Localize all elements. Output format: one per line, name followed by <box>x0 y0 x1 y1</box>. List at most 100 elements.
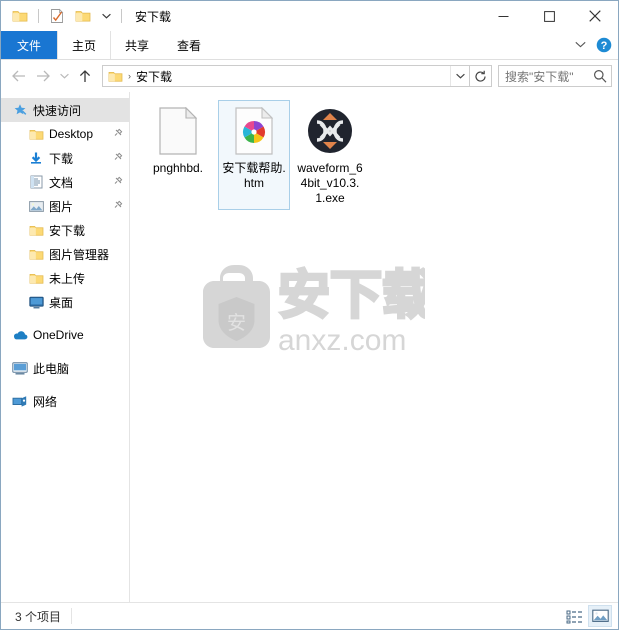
help-icon[interactable]: ? <box>596 37 612 53</box>
pin-icon[interactable] <box>113 199 123 213</box>
downloads-icon <box>27 151 45 165</box>
breadcrumb: › 安下载 <box>103 68 172 85</box>
sidebar-item-not-uploaded[interactable]: 未上传 <box>1 266 129 290</box>
folder-icon <box>27 272 45 285</box>
search-icon[interactable] <box>589 69 611 83</box>
desktop-icon <box>27 296 45 309</box>
customize-toolbar-chevron-down-icon[interactable] <box>98 6 114 26</box>
details-view-icon[interactable] <box>562 605 586 627</box>
blank-document-icon <box>159 105 197 157</box>
file-name: pnghhbd. <box>152 161 204 175</box>
toolbar-divider-2 <box>121 9 122 23</box>
search-input[interactable]: 搜索"安下载" <box>499 68 589 85</box>
file-item[interactable]: 安下载帮助.htm <box>218 100 290 210</box>
sidebar-item-label: Desktop <box>49 127 94 141</box>
sidebar-item-this-pc[interactable]: 此电脑 <box>1 356 129 380</box>
this-pc-icon <box>11 361 29 375</box>
sidebar-item-label: 下载 <box>49 151 74 166</box>
svg-text:安下载: 安下载 <box>278 267 425 325</box>
expand-ribbon-chevron-down-icon[interactable] <box>572 40 588 50</box>
title-bar: 安下载 <box>1 1 618 31</box>
quick-access-toolbar: 安下载 <box>1 1 171 31</box>
tab-home[interactable]: 主页 <box>57 31 112 59</box>
search-box[interactable]: 搜索"安下载" <box>498 65 612 87</box>
explorer-body: 快速访问 Desktop 下载 文档 图片 安下载 图片管理器 未上传 桌面 O… <box>1 92 618 602</box>
waveform-app-icon <box>307 105 353 157</box>
tab-file[interactable]: 文件 <box>1 31 58 59</box>
file-list-pane[interactable]: 安 安下载 anxz.com pnghhbd. 安下载帮助.htm wavefo… <box>130 92 618 602</box>
folder-icon <box>27 248 45 261</box>
sidebar-item-label: 快速访问 <box>33 103 82 118</box>
pictures-icon <box>27 200 45 213</box>
sidebar-item-downloads[interactable]: 下载 <box>1 146 129 170</box>
sidebar-item-image-manager[interactable]: 图片管理器 <box>1 242 129 266</box>
folder-icon[interactable] <box>9 5 31 27</box>
file-name: 安下载帮助.htm <box>222 161 286 190</box>
address-dropdown-chevron-down-icon[interactable] <box>450 66 469 86</box>
item-count-label: 3 个项目 <box>15 609 62 624</box>
breadcrumb-separator: › <box>128 71 131 81</box>
sidebar-item-onedrive[interactable]: OneDrive <box>1 323 129 347</box>
address-field[interactable]: › 安下载 <box>102 65 470 87</box>
breadcrumb-item-0[interactable]: 安下载 <box>136 68 172 85</box>
sidebar-item-label: 图片 <box>49 199 74 214</box>
sidebar-item-label: 安下载 <box>49 223 86 238</box>
sidebar-item-label: 未上传 <box>49 271 86 286</box>
sidebar-item-label: 文档 <box>49 175 74 190</box>
toolbar-divider <box>38 9 39 23</box>
file-grid: pnghhbd. 安下载帮助.htm waveform_64bit_v10.3.… <box>130 92 618 216</box>
file-item[interactable]: pnghhbd. <box>142 100 214 210</box>
forward-arrow-icon[interactable] <box>31 64 55 88</box>
folder-icon <box>27 224 45 237</box>
maximize-icon[interactable] <box>526 1 572 31</box>
status-divider <box>71 608 73 624</box>
ribbon-right-controls: ? <box>572 31 612 59</box>
sidebar-item-desktop-en[interactable]: Desktop <box>1 122 129 146</box>
sidebar-item-label: 桌面 <box>49 295 74 310</box>
large-icons-view-icon[interactable] <box>588 605 612 627</box>
sidebar-item-label: 此电脑 <box>33 361 70 376</box>
file-explorer-window: 安下载 文件 主页 共享 查看 ? › 安下载 搜索"安下载" 快速访问 Des… <box>0 0 619 630</box>
navigation-pane: 快速访问 Desktop 下载 文档 图片 安下载 图片管理器 未上传 桌面 O… <box>1 92 130 602</box>
sidebar-item-anxiazai[interactable]: 安下载 <box>1 218 129 242</box>
address-bar: › 安下载 搜索"安下载" <box>1 60 618 92</box>
breadcrumb-folder-icon <box>108 70 123 83</box>
back-arrow-icon[interactable] <box>7 64 31 88</box>
pin-icon[interactable] <box>113 127 123 141</box>
tab-view[interactable]: 查看 <box>163 31 215 59</box>
folder-icon <box>27 128 45 141</box>
file-item[interactable]: waveform_64bit_v10.3.1.exe <box>294 100 366 210</box>
window-controls <box>480 1 618 31</box>
sidebar-item-label: 图片管理器 <box>49 247 110 262</box>
svg-text:?: ? <box>601 40 608 52</box>
view-mode-buttons <box>562 603 612 629</box>
sidebar-item-pictures[interactable]: 图片 <box>1 194 129 218</box>
close-icon[interactable] <box>572 1 618 31</box>
ribbon-tab-bar: 文件 主页 共享 查看 ? <box>1 31 618 60</box>
watermark-logo: 安 安下载 anxz.com <box>190 247 436 362</box>
tab-share[interactable]: 共享 <box>111 31 163 59</box>
quick-access-star-icon <box>11 103 29 117</box>
pin-icon[interactable] <box>113 175 123 189</box>
pin-icon[interactable] <box>113 151 123 165</box>
sidebar-item-label: 网络 <box>33 394 58 409</box>
html-pinwheel-icon <box>235 105 273 157</box>
status-bar: 3 个项目 <box>1 602 618 629</box>
documents-icon <box>27 175 45 189</box>
sidebar-item-documents[interactable]: 文档 <box>1 170 129 194</box>
up-arrow-icon[interactable] <box>73 64 97 88</box>
sidebar-item-quick-access[interactable]: 快速访问 <box>1 98 129 122</box>
minimize-icon[interactable] <box>480 1 526 31</box>
file-name: waveform_64bit_v10.3.1.exe <box>297 161 363 205</box>
new-folder-icon[interactable] <box>72 5 94 27</box>
sidebar-item-network[interactable]: 网络 <box>1 389 129 413</box>
svg-text:anxz.com: anxz.com <box>278 324 406 357</box>
network-icon <box>11 395 29 408</box>
properties-icon[interactable] <box>46 5 68 27</box>
window-title: 安下载 <box>135 9 172 24</box>
sidebar-item-desktop-cn[interactable]: 桌面 <box>1 290 129 314</box>
sidebar-item-label: OneDrive <box>33 328 84 342</box>
refresh-icon[interactable] <box>470 65 492 87</box>
recent-locations-chevron-down-icon[interactable] <box>55 64 73 88</box>
onedrive-icon <box>11 329 29 341</box>
